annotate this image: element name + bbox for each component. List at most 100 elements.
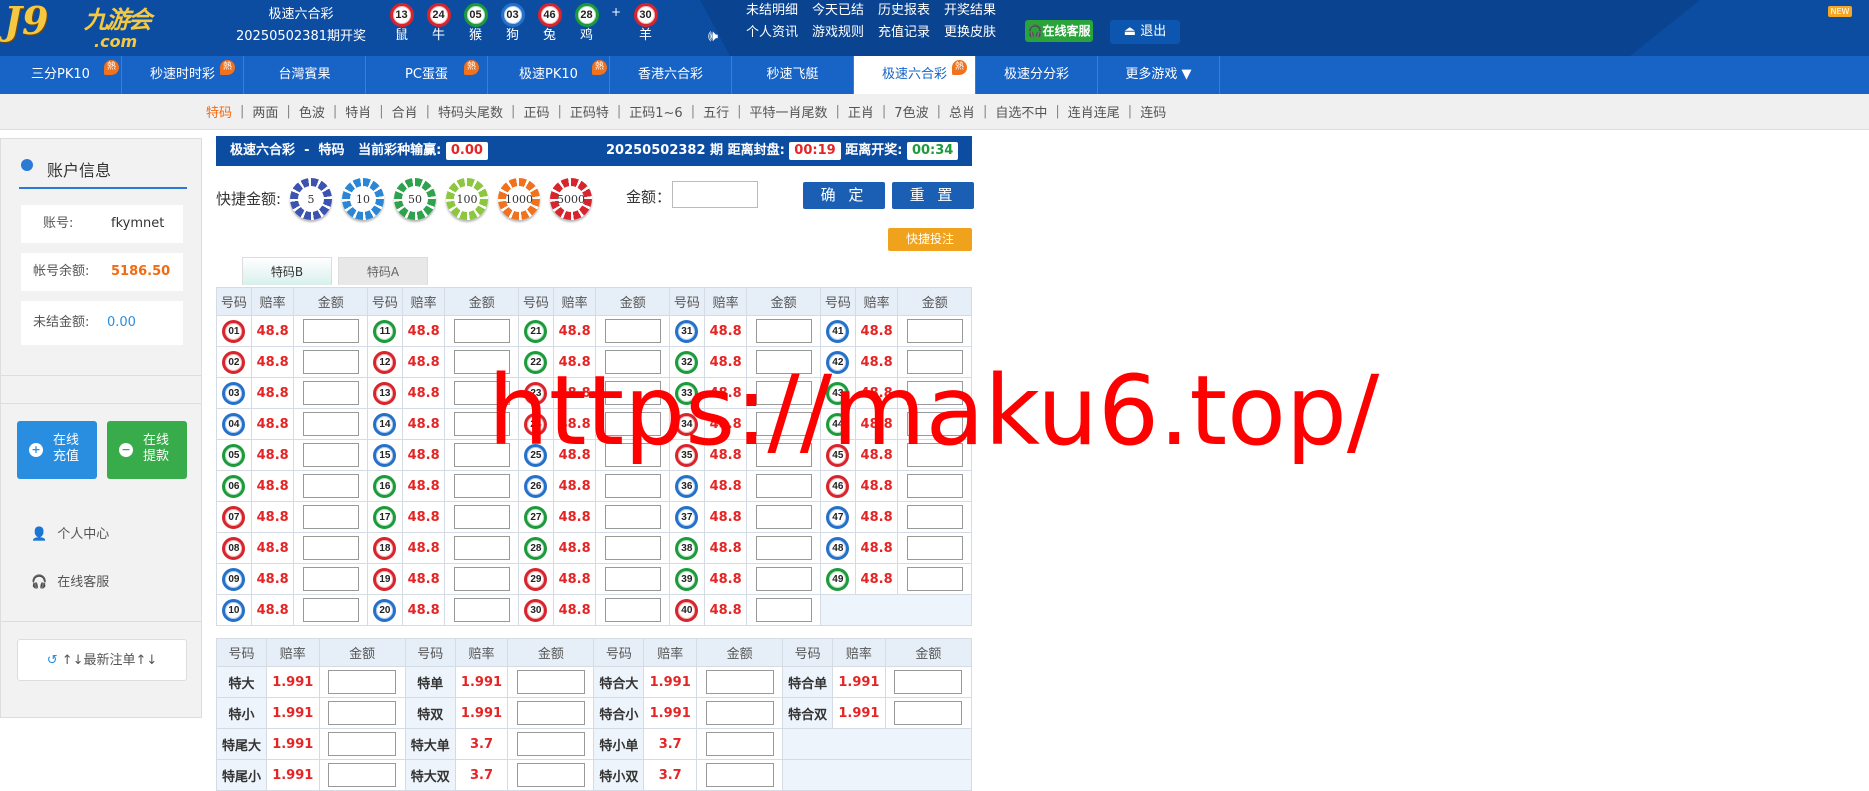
tab[interactable]: 特码A [338,257,428,285]
reset-button[interactable]: 重 置 [892,182,974,209]
header-link[interactable]: 充值记录 [878,24,944,41]
bet-amount-input[interactable] [453,505,510,529]
number-cell[interactable]: 37 [668,501,705,533]
number-cell[interactable]: 11 [366,315,403,347]
bet-amount-input[interactable] [906,412,963,436]
amount-input[interactable] [672,181,758,208]
number-cell[interactable]: 38 [668,532,705,564]
number-cell[interactable]: 25 [517,439,554,471]
latest-bets-button[interactable]: ↺ ↑↓最新注单↑↓ [17,639,187,681]
chip-10[interactable]: 10 [342,178,384,220]
bet-amount-input[interactable] [302,443,359,467]
nav-item[interactable]: 极速分分彩 [976,56,1098,94]
number-cell[interactable]: 48 [819,532,856,564]
bet-option-label[interactable]: 特尾小 [216,759,267,791]
bet-amount-input[interactable] [755,443,812,467]
bet-amount-input[interactable] [453,350,510,374]
bet-option-label[interactable]: 特合双 [782,697,834,729]
header-link[interactable]: 游戏规则 [812,24,878,41]
bet-option-label[interactable]: 特合大 [593,666,645,698]
number-cell[interactable]: 49 [819,563,856,595]
personal-center-link[interactable]: 👤 个人中心 [31,523,109,542]
play-type-item[interactable]: 平特一肖尾数 [749,102,827,121]
bet-amount-input[interactable] [302,567,359,591]
tab[interactable]: 特码B [242,257,332,285]
bet-amount-input[interactable] [328,701,397,725]
bet-amount-input[interactable] [604,412,661,436]
header-link[interactable]: 开奖结果 [944,2,1004,19]
bet-amount-input[interactable] [906,443,963,467]
bet-amount-input[interactable] [604,350,661,374]
nav-item[interactable]: 极速六合彩熱 [854,56,976,94]
bet-amount-input[interactable] [302,381,359,405]
bet-amount-input[interactable] [604,567,661,591]
bet-amount-input[interactable] [755,381,812,405]
number-cell[interactable]: 02 [216,346,252,378]
play-type-item[interactable]: 连码 [1140,102,1166,121]
bet-option-label[interactable]: 特合小 [593,697,645,729]
bet-amount-input[interactable] [453,443,510,467]
header-link[interactable]: 历史报表 [878,2,944,19]
number-cell[interactable]: 43 [819,377,856,409]
bet-amount-input[interactable] [328,670,397,694]
bet-amount-input[interactable] [328,732,397,756]
number-cell[interactable]: 24 [517,408,554,440]
number-cell[interactable]: 04 [216,408,252,440]
nav-item[interactable]: 台灣賓果 [244,56,366,94]
bet-amount-input[interactable] [755,567,812,591]
header-link[interactable]: 更换皮肤 [944,24,1004,41]
header-link[interactable]: 个人资讯 [746,24,812,41]
bet-option-label[interactable]: 特尾大 [216,728,267,760]
number-cell[interactable]: 16 [366,470,403,502]
number-cell[interactable]: 20 [366,594,403,626]
bet-amount-input[interactable] [453,567,510,591]
number-cell[interactable]: 14 [366,408,403,440]
play-type-item[interactable]: 7色波 [894,102,928,121]
number-cell[interactable]: 15 [366,439,403,471]
bet-amount-input[interactable] [755,412,812,436]
number-cell[interactable]: 31 [668,315,705,347]
bet-amount-input[interactable] [516,670,585,694]
play-type-item[interactable]: 正码 [523,102,549,121]
play-type-item[interactable]: 合肖 [392,102,418,121]
number-cell[interactable]: 29 [517,563,554,595]
play-type-item[interactable]: 正码1~6 [629,102,682,121]
number-cell[interactable]: 44 [819,408,856,440]
number-cell[interactable]: 27 [517,501,554,533]
nav-item[interactable]: 更多游戏 ▼ [1098,56,1220,94]
site-logo[interactable]: J9 [4,0,48,42]
bet-amount-input[interactable] [604,443,661,467]
bet-option-label[interactable]: 特双 [404,697,456,729]
play-type-item[interactable]: 色波 [299,102,325,121]
bet-amount-input[interactable] [906,381,963,405]
nav-item[interactable]: 秒速时时彩熱 [122,56,244,94]
bet-amount-input[interactable] [894,701,963,725]
bet-amount-input[interactable] [755,598,812,622]
bet-amount-input[interactable] [302,598,359,622]
number-cell[interactable]: 01 [216,315,252,347]
bet-amount-input[interactable] [302,505,359,529]
number-cell[interactable]: 09 [216,563,252,595]
bet-amount-input[interactable] [705,732,774,756]
online-service-button[interactable]: 🎧在线客服 [1025,20,1093,42]
bet-amount-input[interactable] [906,319,963,343]
number-cell[interactable]: 42 [819,346,856,378]
bet-amount-input[interactable] [302,350,359,374]
bet-option-label[interactable]: 特大单 [404,728,456,760]
number-cell[interactable]: 46 [819,470,856,502]
bet-amount-input[interactable] [906,474,963,498]
bet-amount-input[interactable] [755,536,812,560]
bet-amount-input[interactable] [755,474,812,498]
bet-amount-input[interactable] [453,381,510,405]
nav-item[interactable]: 极速PK10 熱 [488,56,610,94]
online-service-link[interactable]: 🎧 在线客服 [31,571,109,590]
header-link[interactable]: 未结明细 [746,2,812,19]
number-cell[interactable]: 19 [366,563,403,595]
number-cell[interactable]: 22 [517,346,554,378]
bet-amount-input[interactable] [604,598,661,622]
play-type-item[interactable]: 正码特 [570,102,609,121]
bet-option-label[interactable]: 特小单 [593,728,645,760]
play-type-item[interactable]: 自选不中 [995,102,1047,121]
number-cell[interactable]: 35 [668,439,705,471]
play-type-item[interactable]: 连肖连尾 [1068,102,1120,121]
